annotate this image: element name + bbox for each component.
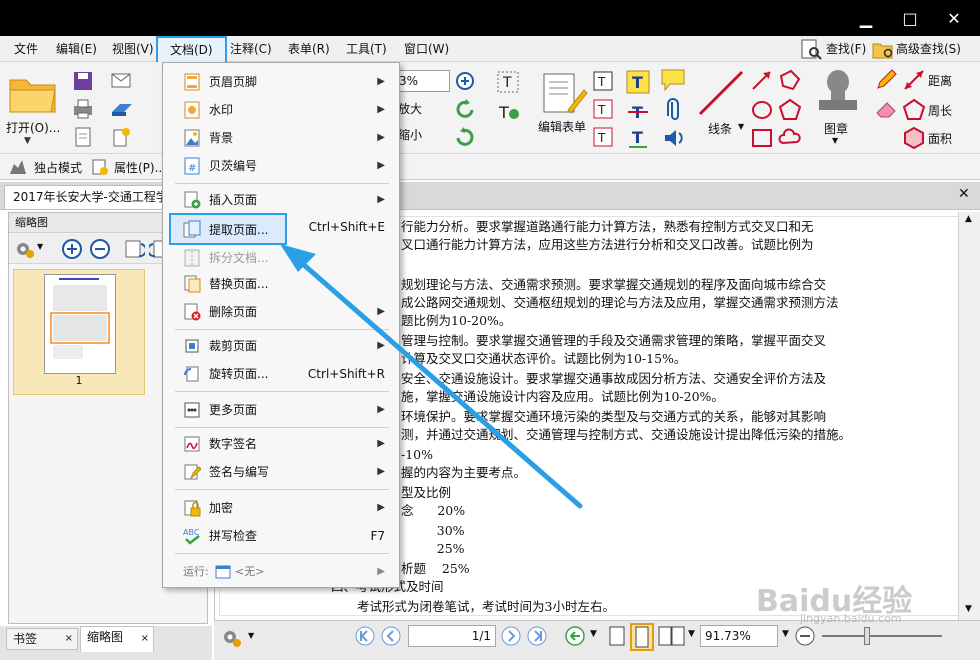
annotation-arrow: [280, 244, 583, 509]
